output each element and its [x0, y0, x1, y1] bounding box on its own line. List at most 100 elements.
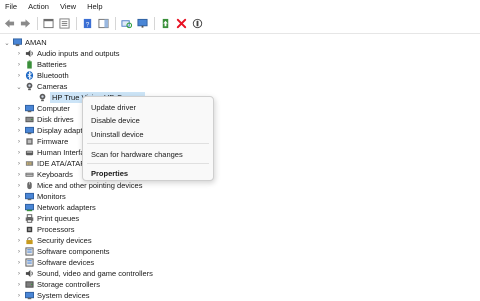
expand-icon[interactable]: ›	[15, 292, 23, 299]
expand-icon[interactable]: ›	[15, 259, 23, 266]
tree-item-software-components[interactable]: › Software components	[15, 246, 110, 257]
tree-item-label: Firmware	[37, 137, 69, 146]
tree-item-bluetooth[interactable]: › Bluetooth	[15, 70, 69, 81]
tree-item-label: Processors	[37, 225, 75, 234]
expand-icon[interactable]: ›	[15, 72, 23, 79]
printer-icon	[25, 214, 34, 223]
toolbar-separator	[37, 17, 38, 30]
expand-icon[interactable]: ›	[15, 270, 23, 277]
menu-view[interactable]: View	[60, 0, 76, 14]
back-arrow-icon[interactable]	[3, 17, 16, 30]
action-pane-icon[interactable]	[97, 17, 110, 30]
tree-item-label: Batteries	[37, 60, 67, 69]
tree-item-system-devices[interactable]: › System devices	[15, 290, 90, 301]
help-book-icon[interactable]: ?	[81, 17, 94, 30]
expand-icon[interactable]: ›	[15, 116, 23, 123]
context-menu: Update driver Disable device Uninstall d…	[82, 96, 214, 181]
expand-icon[interactable]: ›	[15, 61, 23, 68]
expand-icon[interactable]: ›	[15, 281, 23, 288]
expand-icon[interactable]: ›	[15, 204, 23, 211]
tree-item-label: Software components	[37, 247, 110, 256]
menu-item-uninstall-device[interactable]: Uninstall device	[91, 129, 144, 140]
tree-item-cameras[interactable]: ⌄ Cameras	[15, 81, 67, 92]
menu-item-update-driver[interactable]: Update driver	[91, 102, 136, 113]
tree-item-label: System devices	[37, 291, 90, 300]
scan-hardware-icon[interactable]	[120, 17, 133, 30]
tree-item-print-queues[interactable]: › Print queues	[15, 213, 79, 224]
tree-item-label: Print queues	[37, 214, 80, 223]
list-view-icon[interactable]	[58, 17, 71, 30]
menu-action[interactable]: Action	[28, 0, 49, 14]
expand-icon[interactable]: ›	[15, 171, 23, 178]
toolbar-separator	[154, 17, 155, 30]
menu-item-disable-device[interactable]: Disable device	[91, 115, 140, 126]
tree-item-mice[interactable]: › Mice and other pointing devices	[15, 180, 143, 191]
svg-text:?: ?	[86, 21, 90, 28]
tree-item-label: Sound, video and game controllers	[37, 269, 153, 278]
menu-item-scan-hardware[interactable]: Scan for hardware changes	[91, 149, 183, 160]
bluetooth-icon	[25, 71, 34, 80]
mouse-icon	[25, 181, 34, 190]
expand-icon[interactable]: ›	[15, 215, 23, 222]
tree-item-keyboards[interactable]: › Keyboards	[15, 169, 73, 180]
menu-separator	[87, 143, 209, 144]
tree-item-security-devices[interactable]: › Security devices	[15, 235, 92, 246]
tree-item-network-adapters[interactable]: › Network adapters	[15, 202, 96, 213]
toolbar-separator	[76, 17, 77, 30]
tree-item-sound-video-game[interactable]: › Sound, video and game controllers	[15, 268, 153, 279]
tree-item-batteries[interactable]: › Batteries	[15, 59, 67, 70]
toolbar: ?	[0, 14, 480, 34]
expand-icon[interactable]: ›	[15, 193, 23, 200]
tree-item-label: Bluetooth	[37, 71, 69, 80]
enable-device-icon[interactable]	[191, 17, 204, 30]
ide-icon	[25, 159, 34, 168]
expand-icon[interactable]: ›	[15, 138, 23, 145]
expand-icon[interactable]: ›	[15, 226, 23, 233]
tree-item-label: Security devices	[37, 236, 92, 245]
keyboard-icon	[25, 170, 34, 179]
expand-icon[interactable]: ›	[15, 50, 23, 57]
tree-item-label: Computer	[37, 104, 70, 113]
menu-help[interactable]: Help	[87, 0, 102, 14]
network-icon	[25, 203, 34, 212]
menu-file[interactable]: File	[5, 0, 17, 14]
tree-root[interactable]: ⌄ AMAN	[3, 37, 46, 48]
expand-icon[interactable]: ›	[15, 127, 23, 134]
tree-item-label: Disk drives	[37, 115, 74, 124]
expand-icon[interactable]: ›	[15, 182, 23, 189]
uninstall-x-icon[interactable]	[175, 17, 188, 30]
tree-item-label: Audio inputs and outputs	[37, 49, 120, 58]
tree-item-computer[interactable]: › Computer	[15, 103, 70, 114]
menu-item-properties[interactable]: Properties	[91, 168, 128, 179]
display-icon	[25, 126, 34, 135]
expand-icon[interactable]: ›	[15, 149, 23, 156]
computer-icon	[13, 38, 22, 47]
camera-icon	[38, 93, 47, 102]
forward-arrow-icon[interactable]	[19, 17, 32, 30]
software-icon	[25, 247, 34, 256]
update-driver-icon[interactable]	[159, 17, 172, 30]
expand-icon[interactable]: ›	[15, 248, 23, 255]
expand-icon[interactable]: ›	[15, 237, 23, 244]
tree-item-disk-drives[interactable]: › Disk drives	[15, 114, 74, 125]
tree-item-label: Storage controllers	[37, 280, 100, 289]
expand-icon[interactable]: ›	[15, 160, 23, 167]
monitor-icon[interactable]	[136, 17, 149, 30]
properties-window-icon[interactable]	[42, 17, 55, 30]
toolbar-separator	[115, 17, 116, 30]
tree-item-firmware[interactable]: › Firmware	[15, 136, 68, 147]
menu-separator	[87, 163, 209, 164]
collapse-icon[interactable]: ⌄	[15, 83, 23, 91]
tree-item-audio[interactable]: › Audio inputs and outputs	[15, 48, 120, 59]
collapse-icon[interactable]: ⌄	[3, 39, 11, 47]
tree-item-label: Network adapters	[37, 203, 96, 212]
expand-icon[interactable]: ›	[15, 105, 23, 112]
storage-icon	[25, 280, 34, 289]
tree-item-monitors[interactable]: › Monitors	[15, 191, 66, 202]
tree-item-label: Keyboards	[37, 170, 73, 179]
processor-icon	[25, 225, 34, 234]
sound-icon	[25, 269, 34, 278]
tree-item-software-devices[interactable]: › Software devices	[15, 257, 94, 268]
tree-item-processors[interactable]: › Processors	[15, 224, 75, 235]
tree-item-storage-controllers[interactable]: › Storage controllers	[15, 279, 100, 290]
